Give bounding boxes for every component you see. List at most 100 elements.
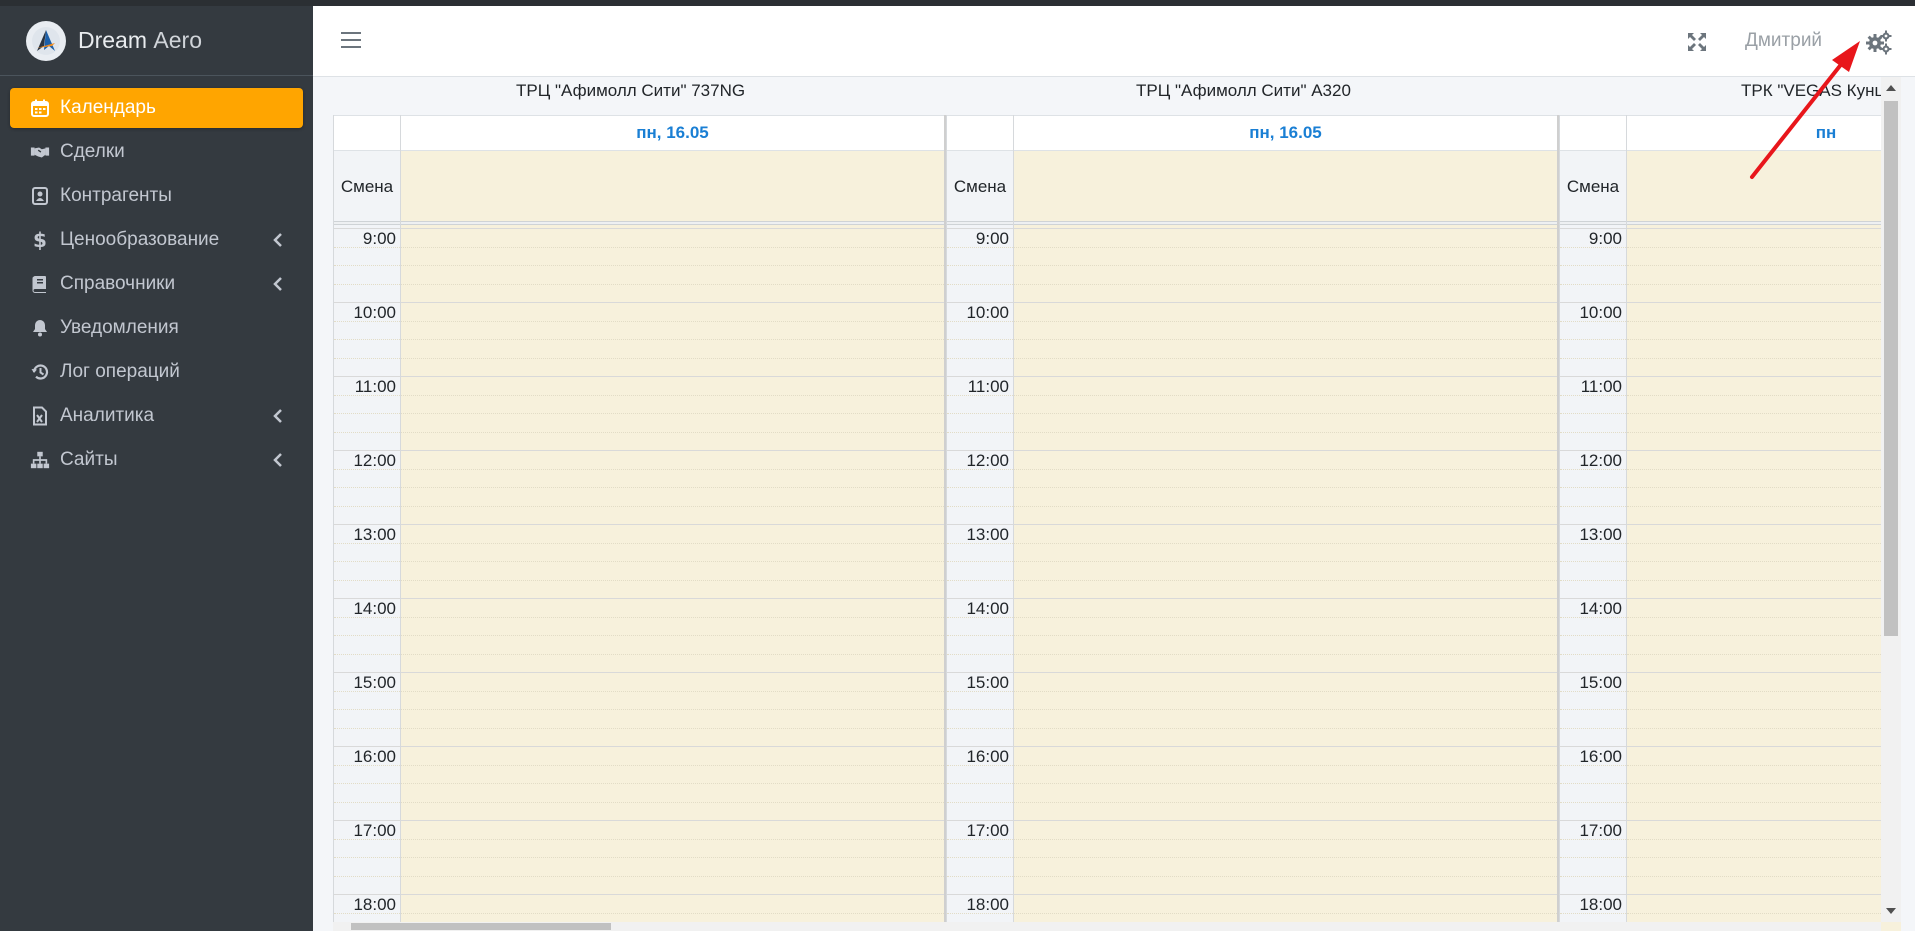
chevron-left-icon[interactable] [271,231,285,249]
slot-line [947,339,1013,340]
slot-line [1014,505,1557,507]
slot-line [947,413,1013,414]
slot-line [401,505,944,507]
gears-icon[interactable] [1865,29,1893,55]
allday-label: Смена [953,177,1007,196]
hour-line [401,302,944,303]
time-label: 16:00 [1579,747,1622,766]
slot-line [1560,357,1626,359]
slot-line [1627,357,1901,359]
slot-line [1560,505,1626,507]
slot-line [1560,283,1626,285]
time-label: 9:00 [362,229,396,248]
slot-line [1014,487,1557,488]
sidebar-item-sites[interactable]: Сайты [10,440,303,480]
chevron-left-icon[interactable] [271,407,285,425]
sidebar-item-operations-log[interactable]: Лог операций [10,352,303,392]
slot-line [334,357,400,359]
slot-line [1014,413,1557,414]
day-column[interactable]: пн, 16.05 [1014,115,1559,931]
slot-line [1014,875,1557,877]
slot-line [401,764,944,766]
scrollbar-thumb[interactable] [1884,101,1898,636]
slot-line [1627,542,1901,544]
user-name[interactable]: Дмитрий [1745,30,1822,52]
sidebar: Dream Aero Календарь Сделки Контрагенты … [0,6,313,931]
gutter-header [947,115,1013,151]
hour-line [1014,820,1557,821]
hour-line [1014,228,1557,229]
sidebar-item-label: Сделки [60,141,125,162]
slot-line [401,653,944,655]
sidebar-item-references[interactable]: Справочники [10,264,303,304]
fullscreen-icon[interactable] [1686,31,1708,53]
day-header-link[interactable]: пн, 16.05 [401,115,944,151]
svg-text:$: $ [33,230,47,250]
sidebar-item-counterparties[interactable]: Контрагенты [10,176,303,216]
slot-line [401,265,944,266]
slot-line [947,801,1013,803]
slot-line [1560,635,1626,636]
hour-line [1627,302,1901,303]
dream-aero-logo-icon [26,20,66,61]
vertical-scrollbar[interactable] [1881,77,1901,922]
horizontal-scrollbar[interactable] [333,922,1881,931]
sidebar-item-notifications[interactable]: Уведомления [10,308,303,348]
scroll-down-arrow-icon[interactable] [1886,908,1896,914]
hour-line [1627,820,1901,821]
hamburger-icon[interactable] [341,32,361,50]
slot-line [1560,431,1626,433]
day-column[interactable]: пн [1627,115,1901,931]
day-header-link[interactable]: пн [1627,115,1901,151]
sidebar-item-deals[interactable]: Сделки [10,132,303,172]
sidebar-item-analytics[interactable]: Аналитика [10,396,303,436]
slot-line [1560,561,1626,562]
slot-line [1560,579,1626,581]
scroll-up-arrow-icon[interactable] [1886,85,1896,91]
sidebar-item-label: Ценообразование [60,229,220,250]
dollar-icon: $ [28,230,52,250]
slot-line [1014,394,1557,396]
chevron-left-icon[interactable] [271,451,285,469]
slot-line [1560,727,1626,729]
time-label: 12:00 [1579,451,1622,470]
brand[interactable]: Dream Aero [0,6,313,76]
divider [1560,221,1626,225]
slot-line [401,801,944,803]
slot-line [1627,246,1901,248]
slot-line [947,875,1013,877]
slot-line [947,709,1013,710]
day-header-link[interactable]: пн, 16.05 [1014,115,1557,151]
hour-line [401,228,944,229]
hour-line [1627,228,1901,229]
slot-line [947,579,1013,581]
slot-line [401,394,944,396]
hour-line [1627,598,1901,599]
slot-line [1014,635,1557,636]
time-label: 11:00 [354,377,396,396]
resource-column: Смена 9:00 10:00 11:00 12:00 13:00 14:00 15:00 1… [333,115,946,931]
hour-line [1014,894,1557,895]
chevron-left-icon[interactable] [271,275,285,293]
slot-line [401,709,944,710]
day-column[interactable]: пн, 16.05 [401,115,946,931]
hour-line [1014,376,1557,377]
slot-line [1014,857,1557,858]
history-icon [28,362,52,382]
hour-line [1627,376,1901,377]
resource-title: ТРЦ "Афимолл Сити" 737NG [516,81,746,100]
time-label: 14:00 [353,599,396,618]
slot-line [1014,727,1557,729]
sidebar-item-pricing[interactable]: $ Ценообразование [10,220,303,260]
hour-line [1014,524,1557,525]
scrollbar-thumb[interactable] [351,923,611,930]
sidebar-item-calendar[interactable]: Календарь [10,88,303,128]
resource-title: ТРК "VEGAS Кунц [1741,81,1885,100]
slot-line [401,579,944,581]
slot-line [334,579,400,581]
address-card-icon [28,186,52,206]
time-label: 15:00 [966,673,1009,692]
slot-line [947,857,1013,858]
slot-line [1560,709,1626,710]
slot-line [334,561,400,562]
